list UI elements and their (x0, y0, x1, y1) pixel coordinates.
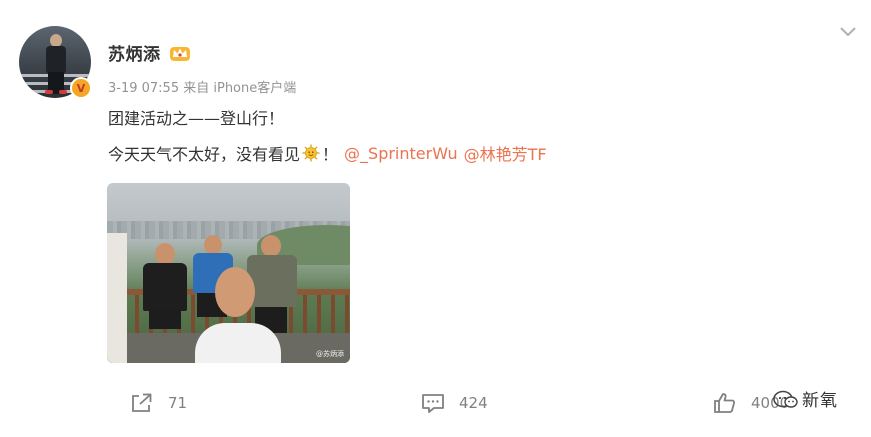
brand-watermark: 新氧 (772, 386, 838, 411)
post-text-line2-end: ！ (322, 145, 339, 164)
comment-count: 424 (459, 394, 488, 412)
mention-linyanfang[interactable]: @林艳芳TF (464, 141, 547, 165)
share-count: 71 (168, 394, 188, 412)
share-icon (132, 393, 152, 412)
post-text-line2-start: 今天天气不太好，没有看见 (108, 145, 301, 164)
comment-icon (422, 394, 444, 413)
brand-name: 新氧 (802, 391, 838, 411)
mention-sprinterwu[interactable]: @_SprinterWu (344, 144, 458, 163)
image-watermark: @苏炳添 (316, 350, 344, 358)
brand-logo-icon (773, 390, 798, 408)
verified-badge: V (70, 77, 92, 99)
avatar[interactable]: V (19, 26, 93, 100)
crown-icon (169, 46, 190, 61)
action-bar: 71 424 4000 (0, 392, 871, 420)
post-meta: 3-19 07:55 来自 iPhone客户端 (108, 81, 297, 96)
post-text-line2: 今天天气不太好，没有看见 ！ @_SprinterWu @林艳芳TF (108, 141, 547, 165)
more-dots-icon[interactable] (839, 24, 857, 40)
post-header: 苏炳添 (108, 40, 191, 65)
share-button[interactable]: 71 (130, 392, 187, 414)
username[interactable]: 苏炳添 (108, 40, 161, 65)
post-text-line1: 团建活动之——登山行！ (108, 109, 285, 128)
sun-emoji-icon (302, 144, 320, 162)
post-image[interactable]: @苏炳添 (107, 183, 350, 363)
comment-button[interactable]: 424 (421, 392, 488, 414)
like-icon (714, 393, 736, 413)
